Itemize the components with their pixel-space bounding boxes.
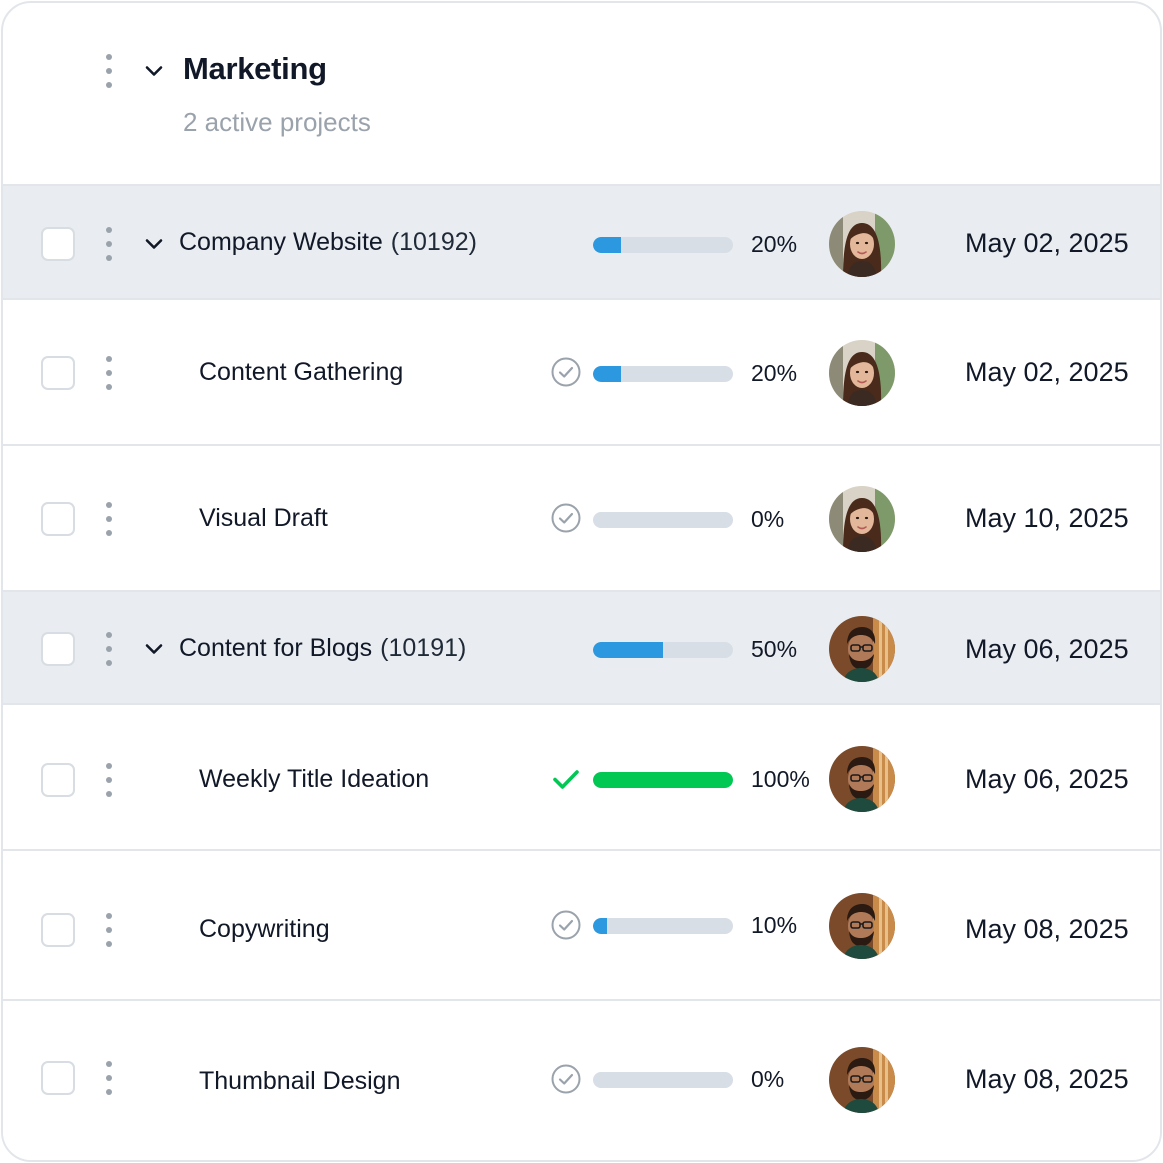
progress-bar [593,642,733,658]
row-checkbox[interactable] [41,1061,75,1095]
progress-fill [593,772,733,788]
project-name-text: Content for Blogs [179,634,373,662]
pending-check-circle-icon[interactable] [550,1063,582,1095]
project-name[interactable]: Company Website (10192) [179,228,477,257]
progress-fill [593,642,663,658]
assignee-avatar[interactable] [829,746,895,812]
project-code: (10191) [380,634,467,662]
man-portrait-icon [829,893,895,959]
project-collapse-chevron-icon[interactable] [143,638,165,660]
assignee-avatar[interactable] [829,893,895,959]
progress-percent: 10% [751,912,798,938]
row-checkbox[interactable] [41,763,75,797]
assignee-avatar[interactable] [829,211,895,277]
row-checkbox[interactable] [41,913,75,947]
due-date: May 08, 2025 [965,1064,1129,1094]
row-checkbox[interactable] [41,502,75,536]
project-list-card: Marketing 2 active projects Company Webs… [1,1,1162,1162]
project-row[interactable]: Content for Blogs (10191) 50% May 06, 202… [3,590,1160,705]
task-name[interactable]: Visual Draft [199,504,328,533]
row-more-options-icon[interactable] [104,227,114,261]
task-row[interactable]: Copywriting 10% May 08, 2025 [3,849,1160,1001]
progress-bar [593,772,733,788]
row-checkbox[interactable] [41,227,75,261]
group-collapse-chevron-icon[interactable] [143,60,165,82]
project-code: (10192) [390,228,477,256]
man-portrait-icon [829,1047,895,1113]
project-name-text: Company Website [179,228,383,256]
task-name[interactable]: Copywriting [199,915,330,944]
group-header: Marketing 2 active projects [3,3,1160,186]
due-date: May 02, 2025 [965,228,1129,258]
progress-percent: 0% [751,506,785,532]
man-portrait-icon [829,746,895,812]
assignee-avatar[interactable] [829,486,895,552]
man-portrait-icon [829,616,895,682]
group-title: Marketing [183,51,327,86]
row-more-options-icon[interactable] [104,913,114,947]
progress-percent: 100% [751,766,810,792]
progress-fill [593,918,607,934]
complete-check-icon[interactable] [550,763,582,795]
progress-bar [593,1072,733,1088]
group-subtitle: 2 active projects [183,107,371,137]
due-date: May 10, 2025 [965,503,1129,533]
progress-percent: 20% [751,231,798,257]
due-date: May 08, 2025 [965,914,1129,944]
row-more-options-icon[interactable] [104,763,114,797]
task-name[interactable]: Thumbnail Design [199,1067,401,1096]
woman-portrait-icon [829,486,895,552]
pending-check-circle-icon[interactable] [550,909,582,941]
row-more-options-icon[interactable] [104,502,114,536]
woman-portrait-icon [829,211,895,277]
project-row[interactable]: Company Website (10192) 20% May 02, 2025 [3,184,1160,300]
group-more-options-icon[interactable] [104,54,114,88]
assignee-avatar[interactable] [829,616,895,682]
pending-check-circle-icon[interactable] [550,502,582,534]
progress-bar [593,918,733,934]
assignee-avatar[interactable] [829,340,895,406]
task-row[interactable]: Content Gathering 20% May 02, 2025 [3,298,1160,444]
row-checkbox[interactable] [41,356,75,390]
progress-fill [593,366,621,382]
due-date: May 02, 2025 [965,357,1129,387]
row-more-options-icon[interactable] [104,632,114,666]
progress-percent: 0% [751,1066,785,1092]
task-row[interactable]: Weekly Title Ideation 100% May 06, 2025 [3,703,1160,851]
progress-bar [593,237,733,253]
progress-bar [593,512,733,528]
due-date: May 06, 2025 [965,764,1129,794]
row-more-options-icon[interactable] [104,356,114,390]
progress-bar [593,366,733,382]
task-row[interactable]: Thumbnail Design 0% May 08, 2025 [3,999,1160,1160]
row-checkbox[interactable] [41,632,75,666]
woman-portrait-icon [829,340,895,406]
task-name[interactable]: Weekly Title Ideation [199,765,429,794]
progress-percent: 50% [751,636,798,662]
assignee-avatar[interactable] [829,1047,895,1113]
project-collapse-chevron-icon[interactable] [143,233,165,255]
pending-check-circle-icon[interactable] [550,356,582,388]
row-more-options-icon[interactable] [104,1061,114,1095]
progress-fill [593,237,621,253]
due-date: May 06, 2025 [965,634,1129,664]
task-name[interactable]: Content Gathering [199,358,403,387]
progress-percent: 20% [751,360,798,386]
project-name[interactable]: Content for Blogs (10191) [179,634,466,663]
task-row[interactable]: Visual Draft 0% May 10, 2025 [3,444,1160,590]
